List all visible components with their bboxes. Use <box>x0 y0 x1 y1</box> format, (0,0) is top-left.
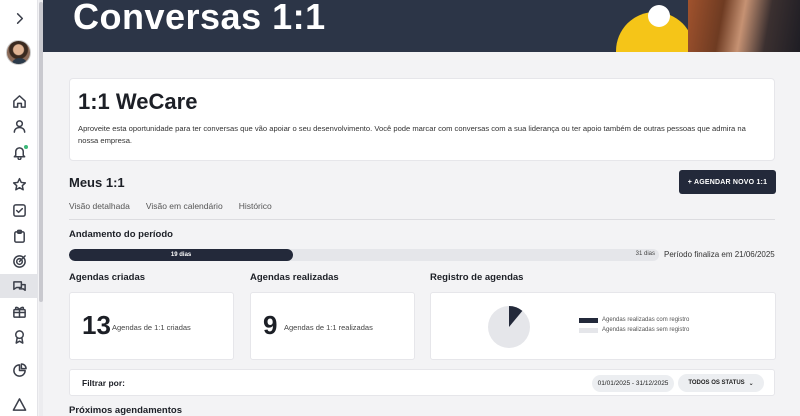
decorative-dot <box>648 5 670 27</box>
sidebar-item-clipboard[interactable] <box>0 224 38 248</box>
home-icon <box>12 94 26 108</box>
period-progress-bar: 19 dias 31 dias <box>69 249 659 261</box>
notification-dot <box>24 145 28 149</box>
schedule-new-button[interactable]: + AGENDAR NOVO 1:1 <box>679 170 776 194</box>
target-icon <box>12 254 26 268</box>
legend-without-label: Agendas realizadas sem registro <box>602 327 690 333</box>
tab-history[interactable]: Histórico <box>239 201 272 211</box>
banner-photo <box>688 0 800 52</box>
star-icon <box>12 177 26 190</box>
sidebar-item-conversations[interactable] <box>0 274 38 298</box>
tab-detailed-view[interactable]: Visão detalhada <box>69 201 130 211</box>
legend-swatch-with <box>579 317 598 323</box>
chat-icon <box>12 280 26 291</box>
done-card: 9 Agendas de 1:1 realizadas <box>250 292 415 360</box>
done-label: Agendas de 1:1 realizadas <box>284 323 373 332</box>
check-square-icon <box>12 203 26 217</box>
section-title-meus: Meus 1:1 <box>69 175 125 190</box>
sidebar-item-home[interactable] <box>0 89 38 113</box>
created-count: 13 <box>82 310 111 340</box>
sidebar-item-reports[interactable] <box>0 358 38 382</box>
sidebar-item-tasks[interactable] <box>0 198 38 222</box>
created-title: Agendas criadas <box>69 272 146 283</box>
sidebar-item-rewards[interactable] <box>0 299 38 323</box>
legend-with-label: Agendas realizadas com registro <box>602 317 690 323</box>
avatar[interactable] <box>6 40 31 65</box>
warning-icon <box>12 397 26 411</box>
registry-title: Registro de agendas <box>430 272 524 283</box>
done-title: Agendas realizadas <box>250 272 339 283</box>
chevron-right-icon <box>16 12 23 24</box>
view-tabs: Visão detalhada Visão em calendário Hist… <box>69 201 272 211</box>
elapsed-days-label: 19 dias <box>170 252 192 258</box>
registry-pie-chart <box>487 305 531 349</box>
sidebar-item-profile[interactable] <box>0 114 38 138</box>
clipboard-icon <box>13 229 25 243</box>
intro-card: 1:1 WeCare Aproveite esta oportunidade p… <box>69 78 775 161</box>
user-icon <box>13 119 25 133</box>
sidebar-item-achievements[interactable] <box>0 324 38 348</box>
sidebar-scrollbar[interactable] <box>39 0 43 416</box>
tab-calendar-view[interactable]: Visão em calendário <box>146 201 223 211</box>
intro-text: Aproveite esta oportunidade para ter con… <box>78 124 746 145</box>
period-progress-fill: 19 dias <box>69 249 294 261</box>
created-card: 13 Agendas de 1:1 criadas <box>69 292 234 360</box>
period-end-text: Período finaliza em 21/06/2025 <box>664 250 775 259</box>
sidebar <box>0 0 38 416</box>
sidebar-item-favorites[interactable] <box>0 172 38 196</box>
gift-icon <box>12 306 26 318</box>
legend-swatch-without <box>579 327 598 333</box>
filter-label: Filtrar por: <box>82 378 125 388</box>
page-title: Conversas 1:1 <box>73 0 326 37</box>
date-range-picker[interactable]: 01/01/2025 - 31/12/2025 <box>592 375 674 392</box>
sidebar-item-alerts[interactable] <box>0 392 38 416</box>
chevron-down-icon: ⌄ <box>748 380 754 387</box>
done-count: 9 <box>263 310 278 340</box>
page-banner: Conversas 1:1 <box>43 0 800 52</box>
remaining-days-label: 31 dias <box>635 251 655 257</box>
sidebar-item-goals[interactable] <box>0 249 38 273</box>
status-select-value: TODOS OS STATUS <box>688 380 745 386</box>
filter-bar: Filtrar por: 01/01/2025 - 31/12/2025 TOD… <box>69 369 775 396</box>
legend-with-registry: Agendas realizadas com registro <box>579 317 689 323</box>
sidebar-item-notifications[interactable] <box>0 140 38 164</box>
award-icon <box>14 329 24 344</box>
tabs-divider <box>69 219 775 220</box>
status-select[interactable]: TODOS OS STATUS ⌄ <box>678 374 764 392</box>
pie-chart-icon <box>12 362 27 377</box>
legend-without-registry: Agendas realizadas sem registro <box>579 327 689 333</box>
collapse-sidebar-button[interactable] <box>0 6 38 30</box>
registry-card: Agendas realizadas com registro Agendas … <box>430 292 776 360</box>
intro-title: 1:1 WeCare <box>78 89 198 114</box>
upcoming-title: Próximos agendamentos <box>69 405 182 416</box>
period-title: Andamento do período <box>69 229 173 240</box>
created-label: Agendas de 1:1 criadas <box>112 323 191 332</box>
